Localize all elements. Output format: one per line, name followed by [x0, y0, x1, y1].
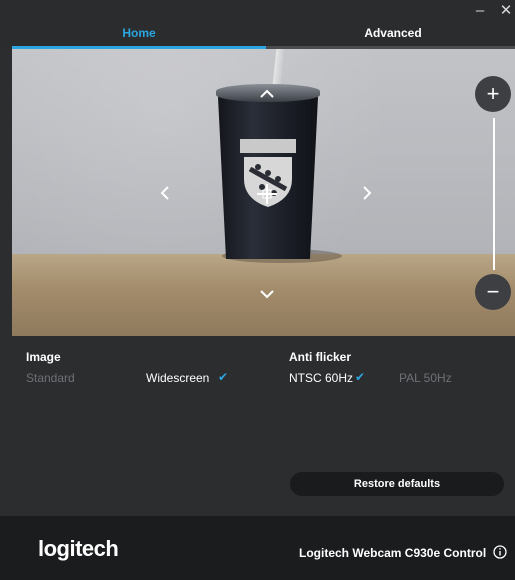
zoom-out-button[interactable]: − [475, 274, 511, 310]
chevron-right-icon[interactable] [362, 186, 372, 200]
anti-flicker-section-title: Anti flicker [289, 350, 352, 364]
widescreen-check-icon: ✔ [218, 370, 229, 384]
anti-flicker-option-ntsc[interactable]: NTSC 60Hz [289, 371, 353, 385]
zoom-in-button[interactable]: + [475, 76, 511, 112]
chevron-left-icon[interactable] [160, 186, 170, 200]
restore-defaults-button[interactable]: Restore defaults [290, 472, 504, 496]
minimize-button[interactable]: – [470, 2, 490, 20]
image-section-title: Image [26, 350, 61, 364]
camera-preview[interactable]: + − [12, 49, 515, 336]
product-name: Logitech Webcam C930e Control [299, 546, 487, 560]
chevron-up-icon[interactable] [260, 89, 274, 99]
info-icon[interactable] [493, 545, 507, 559]
chevron-down-icon[interactable] [260, 289, 274, 299]
image-option-widescreen[interactable]: Widescreen [146, 371, 209, 385]
close-button[interactable]: ✕ [496, 2, 515, 20]
title-bar: – ✕ Home Advanced [0, 0, 515, 50]
tab-advanced[interactable]: Advanced [266, 26, 515, 42]
tab-home[interactable]: Home [12, 26, 266, 42]
app-window: – ✕ Home Advanced + − Image Standard Wid… [0, 0, 515, 580]
image-option-standard[interactable]: Standard [26, 371, 75, 385]
crosshair-icon[interactable] [256, 183, 278, 205]
ntsc-check-icon: ✔ [355, 370, 366, 384]
logitech-logo: logitech [38, 536, 119, 561]
anti-flicker-option-pal[interactable]: PAL 50Hz [399, 371, 452, 385]
zoom-slider-track[interactable] [493, 118, 495, 270]
